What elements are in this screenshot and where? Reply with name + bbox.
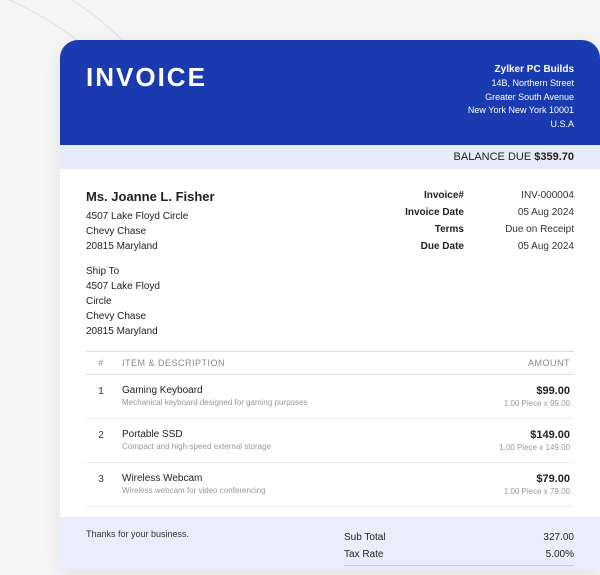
item-description: Mechanical keyboard designed for gaming … — [122, 398, 454, 407]
meta-label: Invoice# — [384, 187, 464, 204]
item-description: Wireless webcam for video conferencing — [122, 486, 454, 495]
taxrate-label: Tax Rate — [344, 549, 383, 560]
item-unit: 1.00 Piece x 79.00 — [454, 487, 570, 496]
ship-to-line: Chevy Chase — [86, 309, 215, 324]
meta-label: Due Date — [384, 238, 464, 255]
balance-due-label: BALANCE DUE — [454, 151, 532, 163]
invoice-due-date: 05 Aug 2024 — [484, 238, 574, 255]
subtotal-value: 327.00 — [543, 532, 574, 543]
ship-to-label: Ship To — [86, 264, 215, 279]
company-line: New York New York 10001 — [468, 104, 574, 118]
thanks-message: Thanks for your business. — [86, 529, 189, 571]
item-description: Compact and high-speed external storage — [122, 442, 454, 451]
subtotal-label: Sub Total — [344, 532, 386, 543]
customer-name: Ms. Joanne L. Fisher — [86, 187, 215, 207]
company-name: Zylker PC Builds — [468, 62, 574, 77]
col-header-desc: ITEM & DESCRIPTION — [116, 358, 454, 368]
invoice-terms: Due on Receipt — [484, 221, 574, 238]
item-price: $99.00 — [454, 385, 570, 397]
company-line: U.S.A — [468, 118, 574, 132]
invoice-header: INVOICE Zylker PC Builds 14B, Northern S… — [60, 40, 600, 145]
bill-to-line: Chevy Chase — [86, 224, 215, 239]
line-item: 2 Portable SSD Compact and high-speed ex… — [86, 419, 574, 463]
item-number: 3 — [86, 473, 116, 496]
item-unit: 1.00 Piece x 99.00 — [454, 399, 570, 408]
company-line: 14B, Northern Street — [468, 77, 574, 91]
document-title: INVOICE — [86, 62, 207, 93]
invoice-meta: Invoice# INV-000004 Invoice Date 05 Aug 20… — [384, 187, 574, 339]
item-number: 2 — [86, 429, 116, 452]
ship-to-line: Circle — [86, 294, 215, 309]
taxrate-value: 5.00% — [546, 549, 574, 560]
totals-block: Thanks for your business. Sub Total 327.0… — [60, 517, 600, 571]
ship-to-line: 4507 Lake Floyd — [86, 279, 215, 294]
bill-to-line: 4507 Lake Floyd Circle — [86, 209, 215, 224]
meta-label: Invoice Date — [384, 204, 464, 221]
invoice-number: INV-000004 — [484, 187, 574, 204]
ship-to-line: 20815 Maryland — [86, 324, 215, 339]
item-title: Gaming Keyboard — [122, 385, 454, 396]
company-line: Greater South Avenue — [468, 91, 574, 105]
ship-to-block: Ship To 4507 Lake Floyd Circle Chevy Cha… — [86, 264, 215, 339]
invoice-date: 05 Aug 2024 — [484, 204, 574, 221]
company-address: Zylker PC Builds 14B, Northern Street Gr… — [468, 62, 574, 131]
balance-due-value: $359.70 — [534, 151, 574, 163]
bill-to-line: 20815 Maryland — [86, 239, 215, 254]
item-title: Wireless Webcam — [122, 473, 454, 484]
meta-label: Terms — [384, 221, 464, 238]
line-item: 1 Gaming Keyboard Mechanical keyboard de… — [86, 375, 574, 419]
col-header-amount: AMOUNT — [454, 358, 574, 368]
invoice-body: Ms. Joanne L. Fisher 4507 Lake Floyd Cir… — [60, 169, 600, 570]
item-number: 1 — [86, 385, 116, 408]
item-unit: 1.00 Piece x 149.00 — [454, 443, 570, 452]
items-table-header: # ITEM & DESCRIPTION AMOUNT — [86, 351, 574, 375]
invoice-document: INVOICE Zylker PC Builds 14B, Northern S… — [60, 40, 600, 570]
item-price: $79.00 — [454, 473, 570, 485]
balance-due-bar: BALANCE DUE $359.70 — [60, 145, 600, 169]
col-header-num: # — [86, 358, 116, 368]
item-title: Portable SSD — [122, 429, 454, 440]
item-price: $149.00 — [454, 429, 570, 441]
bill-to-block: Ms. Joanne L. Fisher 4507 Lake Floyd Cir… — [86, 187, 215, 254]
line-item: 3 Wireless Webcam Wireless webcam for vi… — [86, 463, 574, 507]
